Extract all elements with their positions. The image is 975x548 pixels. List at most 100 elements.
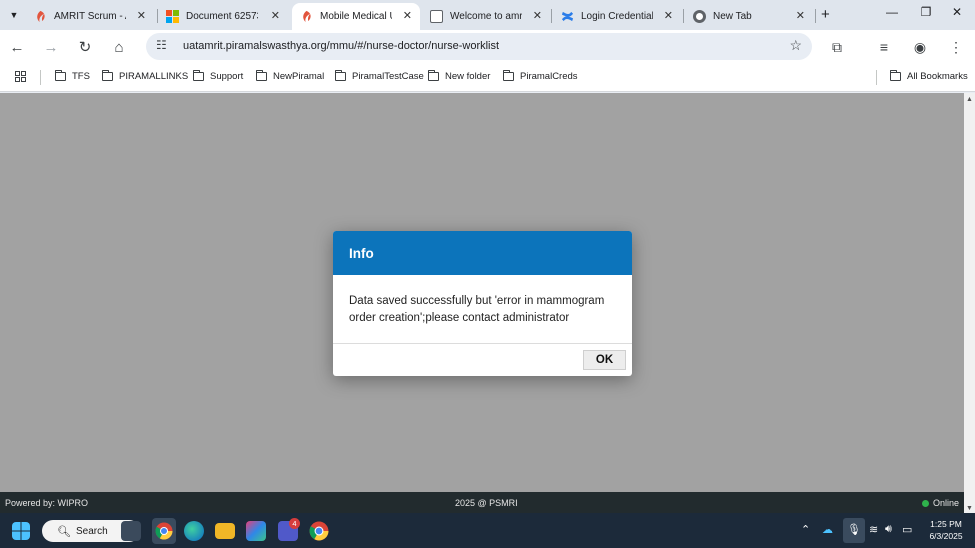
site-settings-icon[interactable]: ☷ <box>156 38 167 52</box>
folder-icon <box>54 70 66 81</box>
close-tab-icon[interactable]: ✕ <box>533 9 542 22</box>
microphone-muted-icon[interactable]: 🎙︎ <box>843 518 865 543</box>
back-arrow-icon[interactable]: ← <box>6 36 28 58</box>
forward-arrow-icon[interactable]: → <box>40 36 62 58</box>
amrit-swirl-icon <box>37 10 45 23</box>
bookmarks-divider <box>40 70 41 85</box>
tab-search-dropdown-icon[interactable]: ▼ <box>5 6 23 24</box>
bookmark-folder[interactable]: New folder <box>427 70 491 82</box>
close-tab-icon[interactable]: ✕ <box>271 9 280 22</box>
dialog-title: Info <box>333 231 632 275</box>
tab-title: Login Credentials <box>581 11 653 22</box>
teams-notification-badge: 4 <box>289 518 300 529</box>
tab-title: New Tab <box>713 11 752 22</box>
close-tab-icon[interactable]: ✕ <box>664 9 673 22</box>
page-scrollbar[interactable]: ▲ ▼ <box>964 93 975 513</box>
tab-document[interactable]: Document 625738 ✕ <box>158 3 288 30</box>
scroll-down-arrow-icon[interactable]: ▼ <box>966 505 973 512</box>
restore-icon[interactable]: ❐ <box>911 5 941 19</box>
bookmark-folder[interactable]: PiramalCreds <box>502 70 578 82</box>
edge-icon[interactable] <box>184 521 204 541</box>
scroll-up-arrow-icon[interactable]: ▲ <box>966 96 973 103</box>
onedrive-cloud-icon[interactable]: ☁ <box>822 523 833 536</box>
all-bookmarks-folder[interactable]: All Bookmarks <box>889 70 968 82</box>
browser-toolbar: ← → ↻ ⌂ ☷ uatamrit.piramalswasthya.org/m… <box>0 30 975 62</box>
tab-amrit-scrum[interactable]: AMRIT Scrum - Ag ✕ <box>26 3 154 30</box>
new-tab-plus-icon[interactable]: + <box>821 6 830 23</box>
wifi-icon[interactable]: ≋ <box>869 523 878 536</box>
folder-icon <box>101 70 113 81</box>
apps-grid-icon[interactable] <box>15 71 26 82</box>
folder-icon <box>889 70 901 81</box>
chrome-menu-icon[interactable]: ⋮ <box>945 36 967 58</box>
tab-new-tab[interactable]: New Tab ✕ <box>685 3 813 30</box>
page-icon <box>430 10 443 23</box>
battery-icon[interactable]: ▭ <box>902 523 912 536</box>
address-bar[interactable]: ☷ uatamrit.piramalswasthya.org/mmu/#/nur… <box>146 33 812 60</box>
app-footer: Powered by: WIPRO 2025 @ PSMRI Online <box>0 492 964 513</box>
folder-icon <box>427 70 439 81</box>
minimize-icon[interactable]: — <box>877 5 907 19</box>
tab-divider <box>815 9 816 23</box>
bookmarks-bar: TFS PIRAMALLINKS Support NewPiramal Pira… <box>0 62 975 92</box>
amrit-swirl-icon <box>303 10 311 23</box>
bookmark-label: NewPiramal <box>273 71 325 82</box>
profile-icon[interactable]: ◉ <box>909 36 931 58</box>
close-window-icon[interactable]: ✕ <box>942 5 972 19</box>
status-text: Online <box>932 498 959 508</box>
folder-icon <box>334 70 346 81</box>
show-hidden-icons-chevron-icon[interactable]: ⌃ <box>801 523 810 536</box>
folder-icon <box>255 70 267 81</box>
extensions-puzzle-icon[interactable]: ⧉ <box>826 36 848 58</box>
home-icon[interactable]: ⌂ <box>108 36 130 58</box>
tab-title: Document 625738 <box>186 11 258 22</box>
speaker-icon[interactable]: 🔊︎ <box>885 523 892 536</box>
microsoft-logo-icon <box>166 10 179 23</box>
tab-login-credentials[interactable]: Login Credentials ✕ <box>553 3 681 30</box>
url-text[interactable]: uatamrit.piramalswasthya.org/mmu/#/nurse… <box>183 40 499 52</box>
search-icon: 🔍︎ <box>57 525 71 538</box>
reload-icon[interactable]: ↻ <box>74 36 96 58</box>
windows-start-icon[interactable] <box>12 522 30 540</box>
tab-title: AMRIT Scrum - Ag <box>54 11 126 22</box>
bookmark-label: All Bookmarks <box>907 71 968 82</box>
close-tab-icon[interactable]: ✕ <box>137 9 146 22</box>
bookmark-folder[interactable]: PIRAMALLINKS <box>101 70 188 82</box>
dialog-footer: OK <box>333 344 632 376</box>
reading-list-icon[interactable]: ≡ <box>873 36 895 58</box>
powered-by-text: Powered by: WIPRO <box>5 498 89 508</box>
search-label: Search <box>75 525 108 537</box>
chrome-icon <box>693 10 706 23</box>
bookmark-star-icon[interactable]: ☆ <box>789 37 802 54</box>
tab-mobile-medical-unit[interactable]: Mobile Medical Ur ✕ <box>292 3 420 30</box>
system-clock[interactable]: 1:25 PM 6/3/2025 <box>920 518 972 542</box>
tab-title: Welcome to amrit <box>450 11 522 22</box>
bookmark-folder[interactable]: Support <box>192 70 244 82</box>
bookmark-folder[interactable]: TFS <box>54 70 90 82</box>
bookmark-label: PiramalCreds <box>520 71 578 82</box>
bookmark-folder[interactable]: NewPiramal <box>255 70 325 82</box>
close-tab-icon[interactable]: ✕ <box>796 9 805 22</box>
online-status-dot-icon <box>921 499 929 507</box>
browser-tab-strip: ▼ AMRIT Scrum - Ag ✕ Document 625738 ✕ M… <box>0 0 975 30</box>
tab-title: Mobile Medical Ur <box>320 11 392 22</box>
close-tab-icon[interactable]: ✕ <box>403 9 412 22</box>
tab-divider <box>551 9 552 23</box>
folder-icon <box>192 70 204 81</box>
chrome-second-icon[interactable] <box>309 521 329 541</box>
clock-date: 6/3/2025 <box>929 531 963 541</box>
tab-divider <box>683 9 684 23</box>
bookmarks-divider <box>876 70 877 85</box>
tab-welcome-amrit[interactable]: Welcome to amrit ✕ <box>422 3 550 30</box>
ok-button[interactable]: OK <box>583 350 626 370</box>
chrome-taskbar-active[interactable] <box>152 518 176 544</box>
chrome-icon <box>155 522 173 540</box>
bookmark-folder[interactable]: PiramalTestCase <box>334 70 424 82</box>
microsoft-365-icon[interactable] <box>246 521 266 541</box>
file-explorer-icon[interactable] <box>215 523 235 539</box>
bookmark-label: Support <box>210 71 244 82</box>
task-view-icon[interactable] <box>121 521 141 541</box>
windows-taskbar: 🔍︎ Search ⌃ ☁ 🎙︎ ≋ 🔊︎ ▭ 1:25 PM 6/3/2025 <box>0 513 975 548</box>
copyright-text: 2025 @ PSMRI <box>455 498 518 508</box>
bookmark-label: New folder <box>445 71 491 82</box>
